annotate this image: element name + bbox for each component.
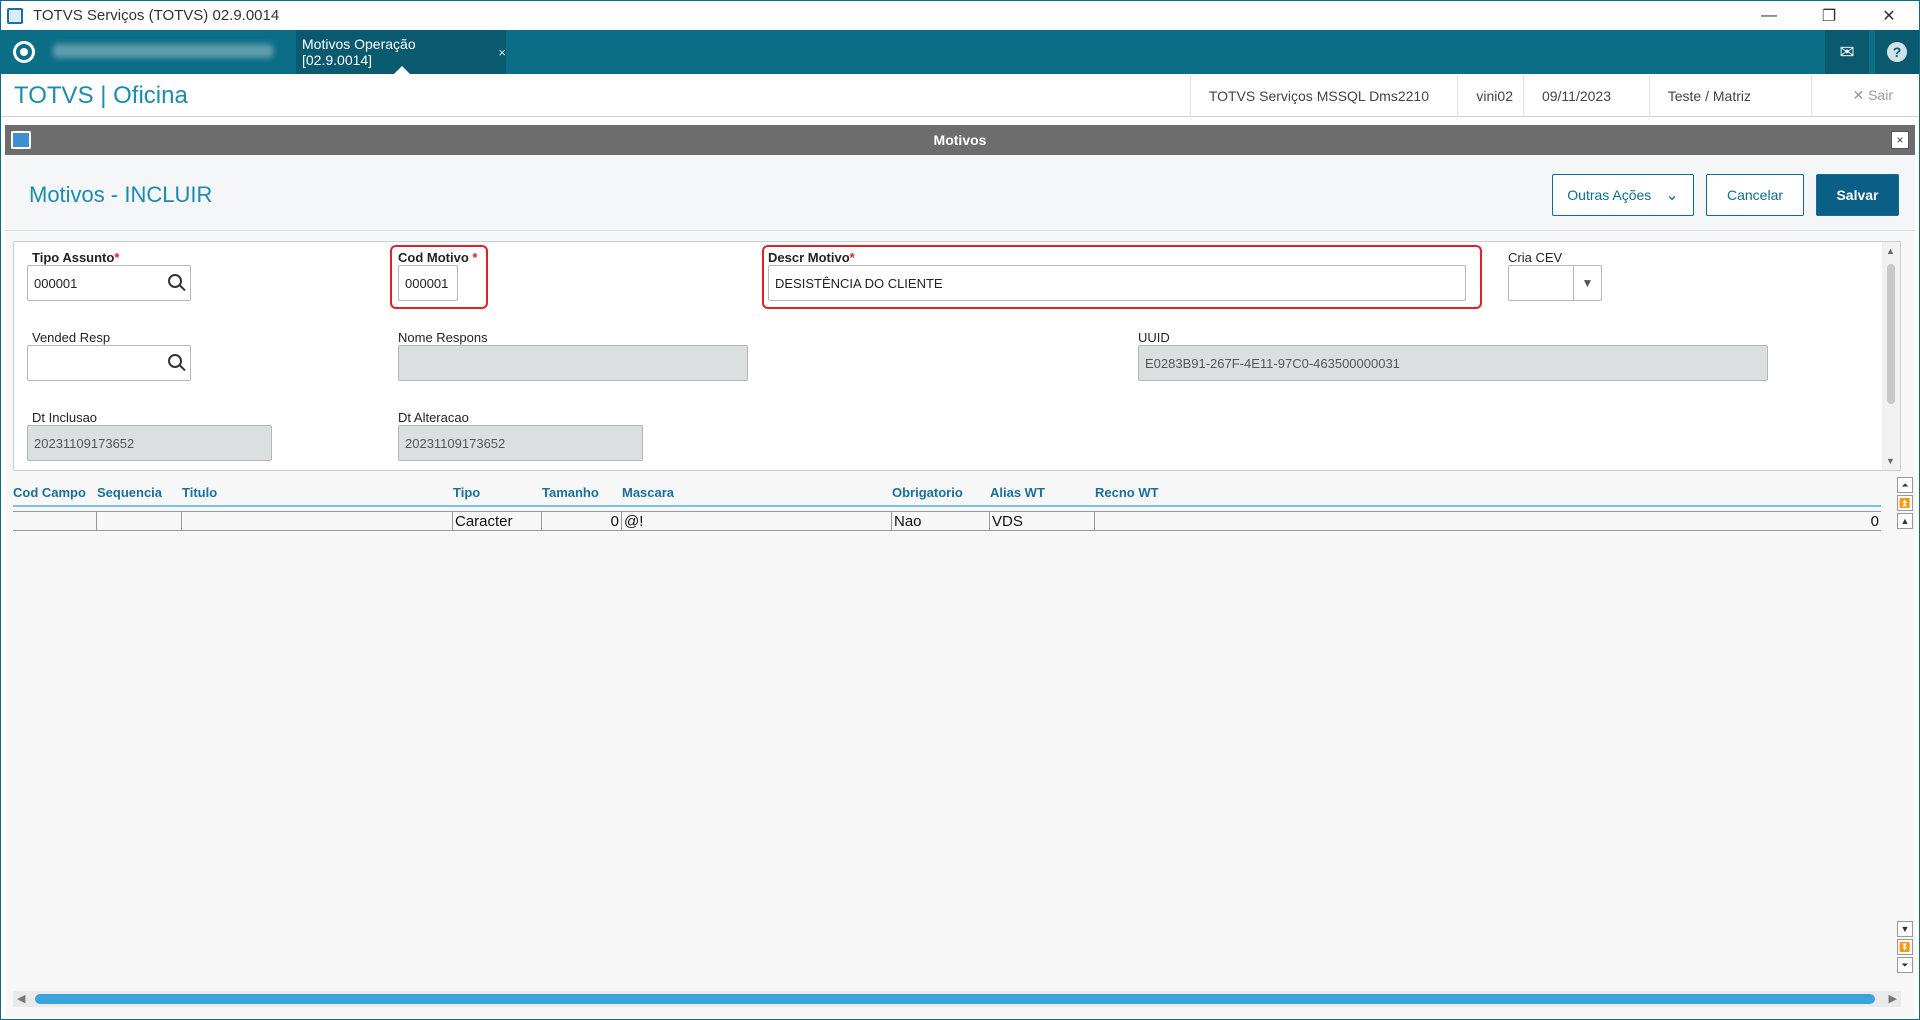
help-button[interactable]: ? [1875, 30, 1919, 74]
dialog-title-bar: Motivos × [5, 125, 1915, 155]
col-tipo[interactable]: Tipo [453, 485, 480, 500]
nome-respons-input [398, 345, 748, 381]
page-up-icon[interactable]: ⏫ [1897, 495, 1913, 511]
window-title: TOTVS Serviços (TOTVS) 02.9.0014 [33, 7, 280, 24]
blurred-tab[interactable] [53, 44, 273, 58]
nome-respons-label: Nome Respons [398, 330, 488, 345]
tab-caret-icon [394, 66, 410, 74]
table-row[interactable]: Caracter 0 @! Nao VDS 0 [13, 511, 1881, 531]
col-recno-wt[interactable]: Recno WT [1095, 485, 1159, 500]
more-actions-button[interactable]: Outras Ações ⌄ [1552, 174, 1694, 216]
user-info: vini02 [1457, 74, 1531, 117]
window-controls: — ❐ ✕ [1739, 1, 1919, 30]
dt-inclusao-input: 20231109173652 [27, 425, 272, 461]
page-down-icon[interactable]: ⏬ [1897, 939, 1913, 955]
vended-resp-input[interactable] [27, 345, 191, 381]
cell-alias-wt[interactable]: VDS [990, 512, 1095, 530]
grid-header: Cod Campo Sequencia Titulo Tipo Tamanho … [13, 477, 1881, 507]
cell-sequencia[interactable] [97, 512, 182, 530]
scroll-right-icon[interactable]: ▶ [1889, 992, 1897, 1005]
form-scrollbar[interactable]: ▲ ▼ [1882, 242, 1900, 470]
window-title-bar: TOTVS Serviços (TOTVS) 02.9.0014 — ❐ ✕ [1, 1, 1919, 30]
row-down-icon[interactable]: ▼ [1897, 921, 1913, 937]
grid-navigation: ⏶ ⏫ ▲ ▼ ⏬ ⏷ [1895, 477, 1915, 977]
dropdown-arrow-icon[interactable]: ▼ [1573, 266, 1601, 300]
dialog-body: Motivos - INCLUIR Outras Ações ⌄ Cancela… [5, 155, 1915, 1017]
app-icon [7, 7, 23, 24]
scroll-top-icon[interactable]: ⏶ [1897, 477, 1913, 493]
operation-header: Motivos - INCLUIR Outras Ações ⌄ Cancela… [5, 155, 1915, 231]
dt-alteracao-label: Dt Alteracao [398, 410, 469, 425]
branch-info[interactable]: Teste / Matriz [1648, 74, 1769, 117]
cod-motivo-input[interactable]: 000001 [398, 265, 458, 301]
descr-motivo-input[interactable]: DESISTÊNCIA DO CLIENTE [768, 265, 1466, 301]
cell-cod-campo[interactable] [13, 512, 97, 530]
cancel-button[interactable]: Cancelar [1706, 174, 1804, 216]
cria-cev-select[interactable]: ▼ [1508, 265, 1602, 301]
minimize-button[interactable]: — [1739, 1, 1799, 30]
dialog-close-button[interactable]: × [1891, 131, 1909, 149]
restore-button[interactable]: ❐ [1799, 1, 1859, 30]
exit-button[interactable]: ✕ Sair [1811, 74, 1909, 117]
module-title: TOTVS | Oficina [14, 82, 188, 109]
cell-obrigatorio[interactable]: Nao [892, 512, 990, 530]
environment-info: TOTVS Serviços MSSQL Dms2210 [1189, 74, 1447, 117]
cod-motivo-label: Cod Motivo * [398, 250, 478, 265]
module-header: TOTVS | Oficina TOTVS Serviços MSSQL Dms… [1, 74, 1919, 117]
cell-tamanho[interactable]: 0 [542, 512, 622, 530]
cria-cev-label: Cria CEV [1508, 250, 1563, 265]
descr-motivo-label: Descr Motivo* [768, 250, 855, 265]
cell-mascara[interactable]: @! [622, 512, 892, 530]
app-bar: Motivos Operação [02.9.0014] × ✉ ? [1, 30, 1919, 74]
tipo-assunto-label: Tipo Assunto* [32, 250, 120, 265]
scroll-down-icon[interactable]: ▼ [1886, 456, 1895, 466]
dialog-title: Motivos [933, 132, 987, 148]
cell-titulo[interactable] [182, 512, 453, 530]
scroll-left-icon[interactable]: ◀ [17, 992, 25, 1005]
app-window: TOTVS Serviços (TOTVS) 02.9.0014 — ❐ ✕ M… [0, 0, 1920, 1020]
search-icon[interactable] [168, 354, 182, 368]
col-alias-wt[interactable]: Alias WT [990, 485, 1045, 500]
chevron-down-icon: ⌄ [1665, 187, 1679, 204]
dt-alteracao-input: 20231109173652 [398, 425, 643, 461]
uuid-input: E0283B91-267F-4E11-97C0-463500000031 [1138, 345, 1768, 381]
close-window-button[interactable]: ✕ [1859, 1, 1919, 30]
mail-icon: ✉ [1839, 41, 1855, 62]
search-icon[interactable] [168, 274, 182, 288]
tipo-assunto-input[interactable]: 000001 [27, 265, 191, 301]
vended-resp-label: Vended Resp [32, 330, 111, 345]
col-sequencia[interactable]: Sequencia [97, 485, 162, 500]
save-button[interactable]: Salvar [1816, 174, 1899, 216]
form-scroll-thumb[interactable] [1887, 264, 1895, 404]
tab-label: Motivos Operação [02.9.0014] [302, 36, 416, 68]
col-tamanho[interactable]: Tamanho [542, 485, 599, 500]
form-panel: Tipo Assunto* 000001 Cod Motivo * 000001… [13, 241, 1901, 471]
more-actions-label: Outras Ações [1567, 187, 1652, 203]
date-info: 09/11/2023 [1522, 74, 1629, 117]
cell-tipo[interactable]: Caracter [453, 512, 542, 530]
col-cod-campo[interactable]: Cod Campo [13, 485, 86, 500]
cell-recno-wt[interactable]: 0 [1095, 512, 1881, 530]
operation-title: Motivos - INCLUIR [29, 182, 213, 207]
col-titulo[interactable]: Titulo [182, 485, 217, 500]
mail-button[interactable]: ✉ [1825, 30, 1869, 74]
tab-close-icon[interactable]: × [498, 45, 506, 60]
totvs-logo-icon[interactable] [13, 41, 35, 63]
row-up-icon[interactable]: ▲ [1897, 513, 1913, 529]
help-icon: ? [1887, 42, 1907, 62]
grid-horizontal-scrollbar[interactable]: ◀ ▶ [13, 991, 1901, 1007]
col-mascara[interactable]: Mascara [622, 485, 674, 500]
h-scroll-thumb[interactable] [35, 994, 1875, 1004]
uuid-label: UUID [1138, 330, 1170, 345]
col-obrigatorio[interactable]: Obrigatorio [892, 485, 963, 500]
scroll-up-icon[interactable]: ▲ [1886, 246, 1895, 256]
dt-inclusao-label: Dt Inclusao [32, 410, 98, 425]
scroll-bottom-icon[interactable]: ⏷ [1897, 957, 1913, 973]
